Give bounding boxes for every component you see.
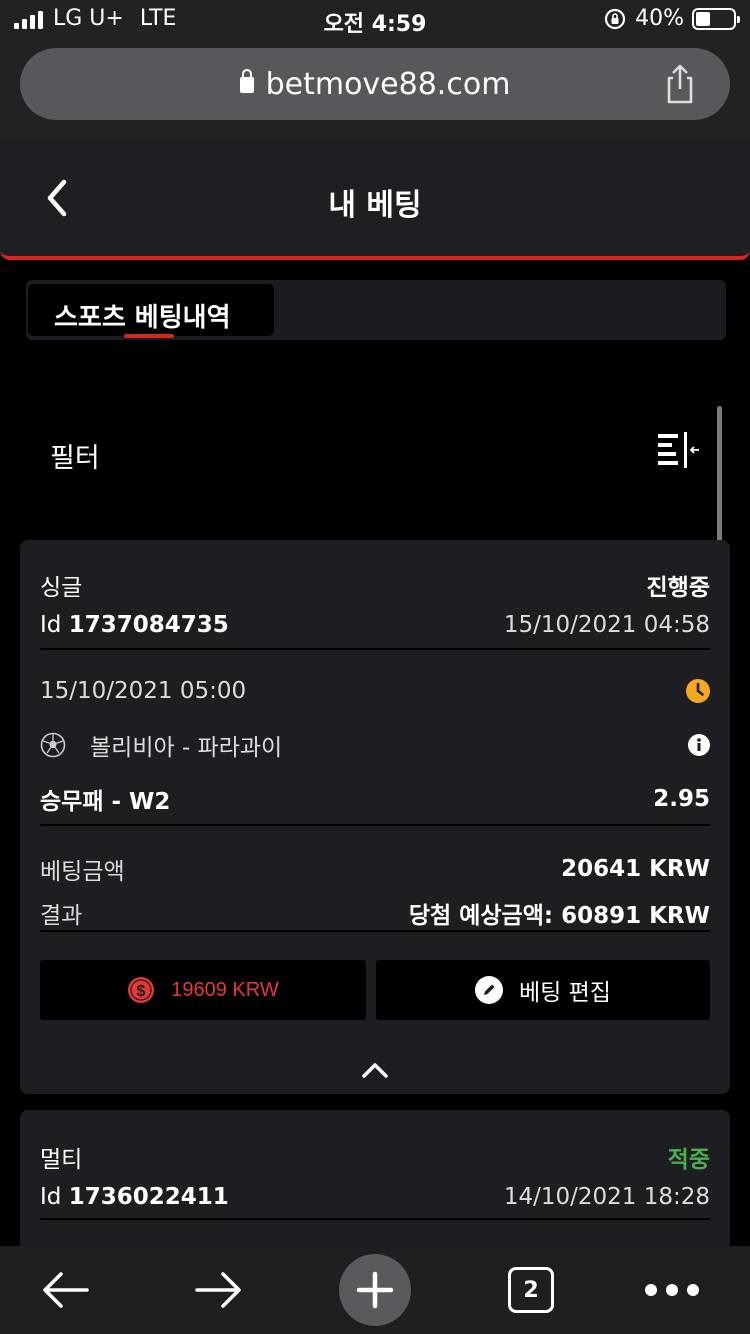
status-bar: LG U+ LTE 오전 4:59 40% (0, 0, 750, 40)
bet-type: 멀티 (40, 1147, 83, 1173)
bet-id-label: Id (40, 1184, 62, 1210)
filter-toggle-icon[interactable] (656, 432, 700, 468)
lock-icon (239, 69, 254, 93)
tabs-button[interactable]: 2 (505, 1246, 557, 1334)
app-header: 내 베팅 (0, 140, 750, 260)
battery-icon (692, 7, 740, 30)
tab-label: 스포츠 베팅내역 (54, 303, 231, 333)
divider (40, 648, 710, 650)
market-selection: 승무패 - W2 (40, 789, 171, 815)
tabs-bar: 스포츠 베팅내역 (26, 280, 726, 340)
battery-percent: 40% (635, 6, 684, 31)
bet-type: 싱글 (40, 575, 83, 601)
bet-odds: 2.95 (653, 786, 710, 812)
url-text: betmove88.com (265, 67, 511, 102)
info-icon[interactable] (688, 734, 710, 756)
divider (40, 1218, 710, 1220)
tabs-count: 2 (508, 1267, 554, 1313)
bet-id-label: Id (40, 612, 62, 638)
rotation-lock-icon (604, 8, 626, 29)
stake-amount: 20641 KRW (561, 856, 710, 882)
new-tab-button[interactable] (339, 1246, 411, 1334)
share-icon[interactable] (660, 62, 700, 106)
bet-placed-at: 15/10/2021 04:58 (503, 612, 710, 638)
plus-icon (356, 1271, 394, 1309)
pencil-icon (475, 976, 504, 1004)
bet-card: 싱글 진행중 Id 1737084735 15/10/2021 04:58 15… (20, 540, 730, 1094)
match-name: 볼리비아 - 파라과이 (90, 735, 283, 761)
chevron-up-icon[interactable] (359, 1060, 391, 1080)
arrow-right-icon (195, 1272, 241, 1308)
browser-back-button[interactable] (30, 1246, 100, 1334)
divider (40, 930, 710, 932)
bet-card: 멀티 적중 Id 1736022411 14/10/2021 18:28 (20, 1110, 730, 1250)
bet-id: 1736022411 (68, 1184, 229, 1210)
edit-bet-button[interactable]: 베팅 편집 (376, 960, 710, 1020)
cashout-amount: 19609 KRW (171, 978, 279, 1001)
bet-id: 1737084735 (68, 612, 229, 638)
potential-win: 당첨 예상금액: 60891 KRW (408, 903, 710, 929)
dollar-coin-icon: $ (128, 977, 155, 1003)
clock-icon (686, 679, 710, 703)
bet-placed-at: 14/10/2021 18:28 (503, 1184, 710, 1210)
soccer-ball-icon (40, 732, 66, 758)
more-icon (645, 1284, 699, 1296)
browser-toolbar: 2 (0, 1246, 750, 1334)
svg-text:$: $ (137, 983, 146, 1000)
page-title: 내 베팅 (328, 188, 422, 223)
cashout-button[interactable]: $ 19609 KRW (40, 960, 366, 1020)
stake-label: 베팅금액 (40, 859, 125, 885)
address-bar[interactable]: betmove88.com (20, 48, 730, 120)
bet-status: 진행중 (646, 575, 710, 601)
edit-bet-label: 베팅 편집 (519, 980, 611, 1006)
filter-label: 필터 (50, 443, 100, 474)
bet-status: 적중 (667, 1147, 710, 1173)
event-time: 15/10/2021 05:00 (40, 678, 247, 704)
tab-active-indicator (124, 334, 174, 338)
arrow-left-icon (43, 1272, 89, 1308)
result-label: 결과 (40, 903, 83, 929)
browser-forward-button[interactable] (184, 1246, 254, 1334)
divider (40, 824, 710, 826)
browser-address-area: betmove88.com (0, 40, 750, 140)
tab-sports-bet-history[interactable]: 스포츠 베팅내역 (28, 284, 274, 338)
more-button[interactable] (642, 1246, 702, 1334)
